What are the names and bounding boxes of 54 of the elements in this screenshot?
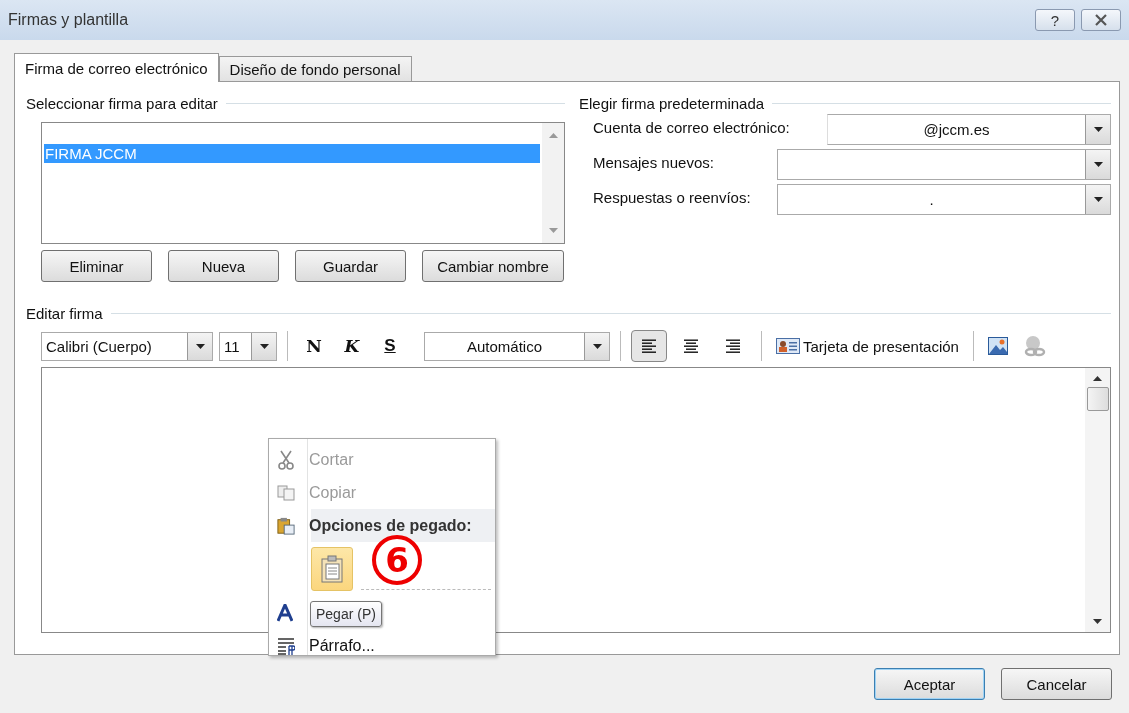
business-card-button[interactable]: Tarjeta de presentación	[772, 337, 963, 355]
dropdown-arrow-icon	[1093, 197, 1103, 202]
dropdown-field[interactable]	[777, 149, 1111, 180]
bold-button[interactable]: N	[298, 336, 330, 356]
dropdown-arrow-icon	[1093, 127, 1103, 132]
close-icon	[1094, 14, 1108, 26]
signature-button[interactable]: Nueva	[168, 250, 279, 282]
dropdown-arrow-icon	[195, 343, 205, 349]
scissors-icon	[277, 449, 295, 470]
contact-card-icon	[776, 338, 800, 354]
field-label: Respuestas o reenvíos:	[593, 188, 751, 206]
menu-section-heading: Opciones de pegado:	[309, 516, 472, 535]
scrollbar[interactable]	[1085, 368, 1110, 632]
field-label: Mensajes nuevos:	[593, 153, 714, 171]
font-icon	[277, 603, 295, 622]
align-center-icon	[683, 339, 699, 353]
group-heading: Seleccionar firma para editar	[26, 94, 218, 112]
tab[interactable]: Firma de correo electrónico	[14, 53, 219, 82]
picture-icon	[987, 337, 1008, 355]
signature-button[interactable]: Cambiar nombre	[422, 250, 564, 282]
group-heading: Elegir firma predeterminada	[579, 94, 765, 112]
scroll-down-icon[interactable]	[1093, 619, 1102, 624]
group-heading: Editar firma	[26, 304, 103, 322]
align-left-button[interactable]	[631, 330, 667, 362]
dropdown-arrow-icon	[592, 343, 602, 349]
window-title: Firmas y plantilla	[8, 11, 129, 29]
color-dropdown[interactable]: Automático	[424, 331, 610, 361]
underline-button[interactable]: S	[374, 336, 406, 356]
align-left-icon	[641, 339, 657, 353]
dropdown-arrow-icon	[1093, 162, 1103, 167]
close-button[interactable]	[1081, 9, 1121, 31]
paragraph-icon	[277, 636, 295, 655]
dropdown-field[interactable]: @jccm.es	[827, 114, 1111, 145]
clipboard-icon	[277, 515, 295, 536]
tab[interactable]: Diseño de fondo personal	[218, 56, 412, 81]
signature-button[interactable]: Eliminar	[41, 250, 152, 282]
paste-option-button[interactable]	[311, 547, 353, 591]
scroll-thumb[interactable]	[1086, 387, 1109, 411]
dialog-button[interactable]: Aceptar	[874, 668, 985, 700]
dialog-button[interactable]: Cancelar	[1001, 668, 1112, 700]
field-label: Cuenta de correo electrónico:	[593, 118, 790, 136]
size-dropdown[interactable]: 11	[219, 331, 277, 361]
tooltip: Pegar (P)	[310, 601, 382, 627]
signature-button[interactable]: Guardar	[295, 250, 406, 282]
copy-icon	[277, 484, 295, 501]
help-button[interactable]: ?	[1035, 9, 1075, 31]
clipboard-icon	[321, 555, 343, 583]
align-right-icon	[725, 339, 741, 353]
font-dropdown[interactable]: Calibri (Cuerpo)	[41, 331, 213, 361]
dropdown-arrow-icon	[259, 343, 269, 349]
menu-item[interactable]: Párrafo...	[269, 629, 495, 662]
scroll-up-icon[interactable]	[1093, 376, 1102, 381]
dropdown-field[interactable]: .	[777, 184, 1111, 215]
italic-button[interactable]: K	[336, 336, 368, 356]
